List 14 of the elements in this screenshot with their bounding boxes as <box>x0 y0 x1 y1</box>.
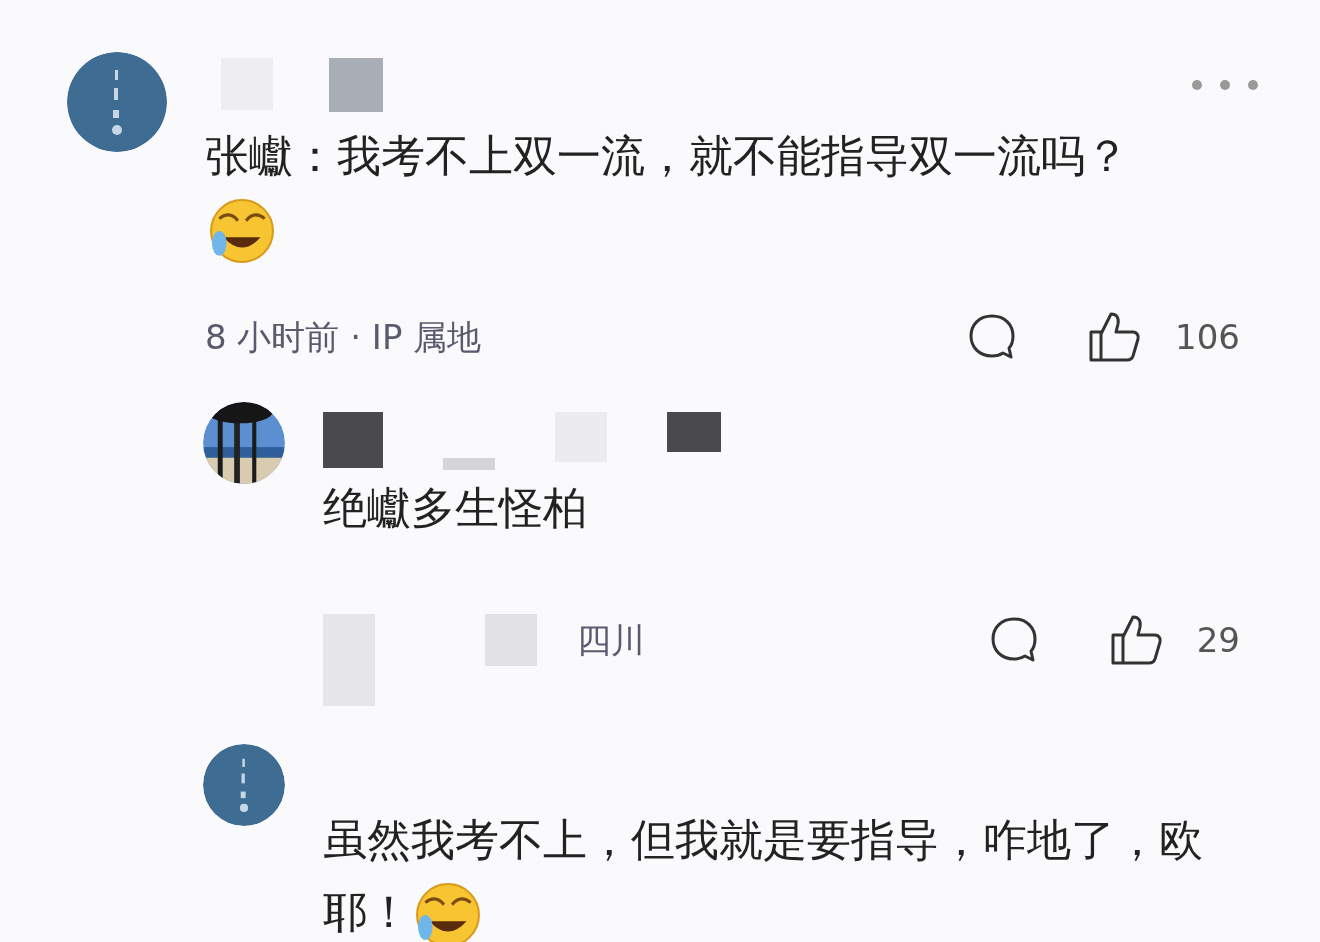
comment-meta: 四川 <box>577 618 645 662</box>
like-count: 29 <box>1196 618 1240 662</box>
redaction-block <box>329 58 383 112</box>
like-count: 106 <box>1175 315 1240 359</box>
comment-text: 虽然我考不上，但我就是要指导，咋地了，欧耶！ <box>323 814 1203 937</box>
comment-meta: 8 小时前 · IP 属地 <box>205 315 482 359</box>
redaction-block <box>667 412 721 452</box>
redaction-block <box>443 458 495 470</box>
redaction-block <box>485 614 537 666</box>
comment-text: 绝巘多生怪柏 <box>323 482 587 533</box>
more-icon[interactable] <box>1190 78 1260 92</box>
comment-text: 张巘：我考不上双一流，就不能指导双一流吗？ <box>205 130 1129 181</box>
thumbs-up-icon[interactable] <box>1087 310 1142 364</box>
redaction-block <box>323 412 383 468</box>
